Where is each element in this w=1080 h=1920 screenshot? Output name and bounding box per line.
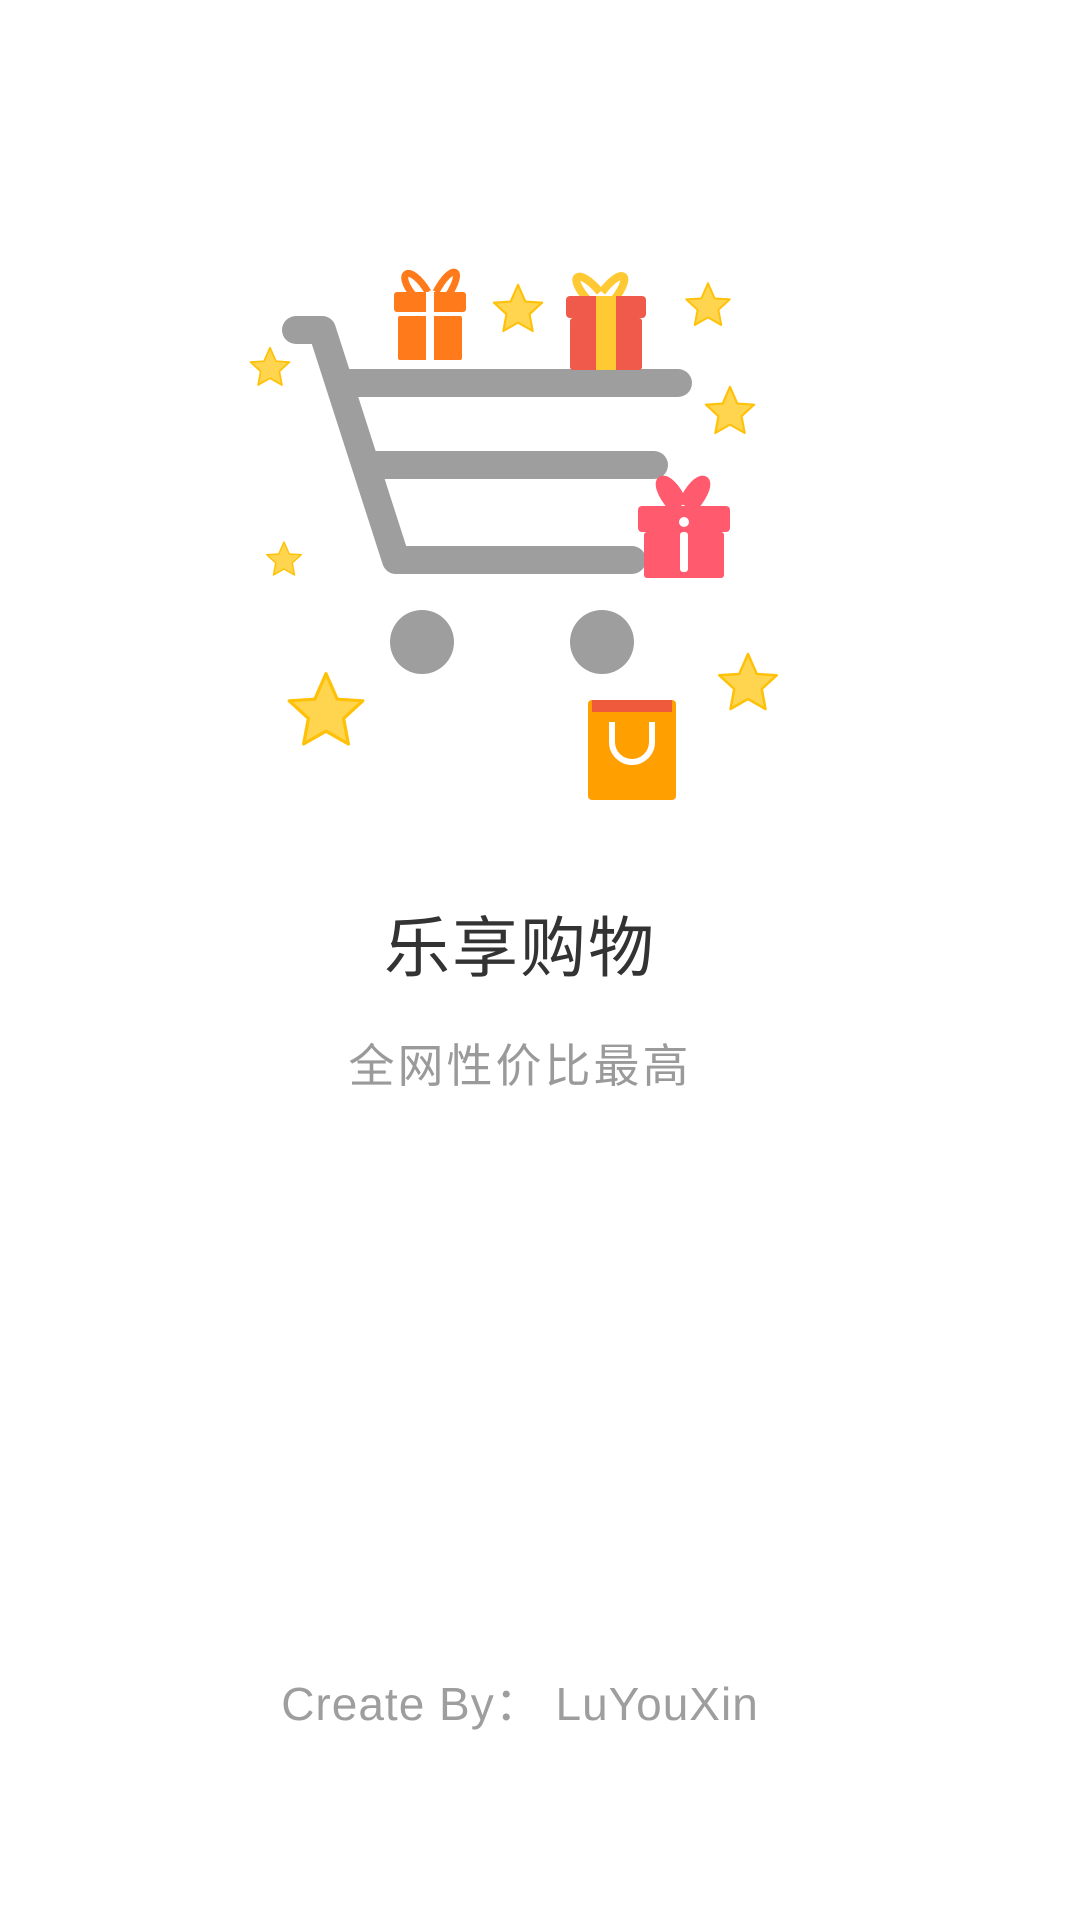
star-icon [685,282,731,326]
star-icon [492,283,544,333]
gift-icon [394,268,466,360]
app-title: 乐享购物 [384,910,656,987]
gift-icon [566,272,646,370]
star-icon [249,346,291,386]
star-icon [266,541,302,576]
star-icon [704,385,756,435]
app-slogan: 全网性价比最高 [348,1039,692,1093]
author-credit: Create By： LuYouXin [281,1678,759,1730]
shopping-illustration [249,268,778,800]
shopping-bag-icon [588,700,676,800]
splash-screen: 乐享购物 全网性价比最高 Create By： LuYouXin [0,0,1080,1920]
gift-icon [638,475,730,578]
cart-wheel-right [570,610,634,674]
cart-wheel-left [390,610,454,674]
star-icon [718,652,778,711]
star-icon [287,671,365,746]
